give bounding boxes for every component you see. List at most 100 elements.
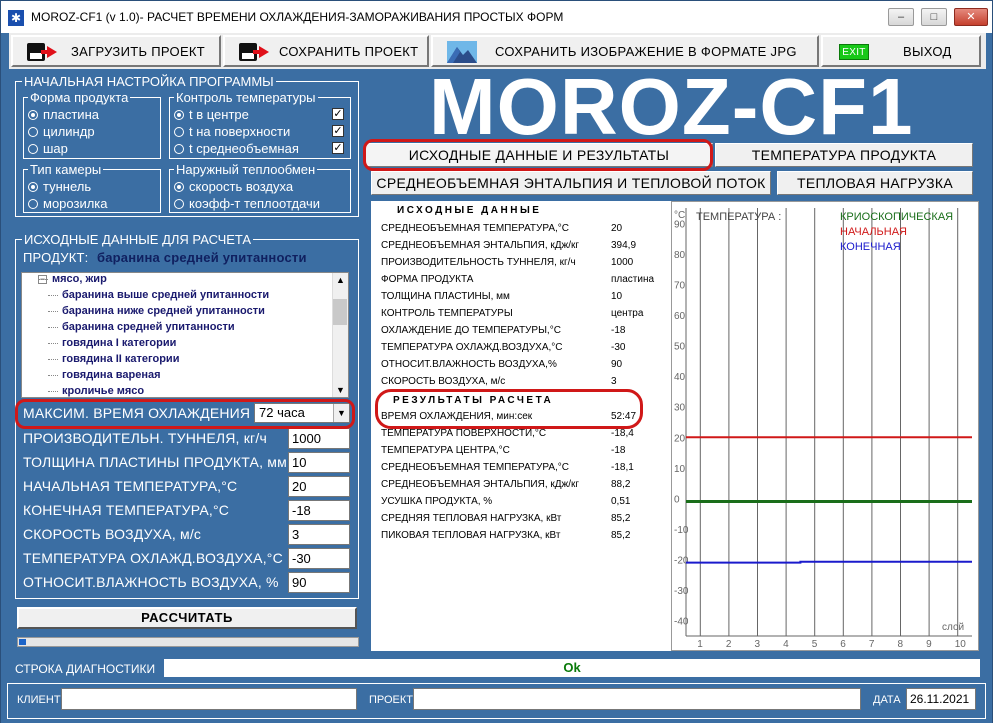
field-label: ТЕМПЕРАТУРА ОХЛАЖД.ВОЗДУХА,°С: [23, 550, 283, 566]
exit-label: ВЫХОД: [903, 44, 952, 59]
tree-item[interactable]: говядина II категории: [47, 353, 179, 365]
result-value: 1000: [611, 257, 634, 268]
result-label: ФОРМА ПРОДУКТА: [381, 274, 474, 285]
check-surface-checkbox[interactable]: ✓: [332, 125, 344, 137]
radio-icon: [174, 143, 184, 154]
radio-selected-icon: [174, 109, 184, 120]
image-icon: [447, 41, 477, 63]
scroll-up-icon[interactable]: ▲: [336, 275, 345, 285]
maximize-button[interactable]: □: [921, 8, 947, 26]
scroll-down-icon[interactable]: ▼: [336, 385, 345, 395]
client-input[interactable]: [61, 688, 357, 710]
date-field[interactable]: 26.11.2021: [906, 688, 976, 710]
close-button[interactable]: ✕: [954, 8, 988, 26]
y-tick-label: 70: [674, 280, 686, 291]
radio-icon: [174, 126, 184, 137]
result-value: 20: [611, 223, 623, 234]
result-label: СРЕДНЯЯ ТЕПЛОВАЯ НАГРУЗКА, кВт: [381, 513, 562, 524]
result-value: -18,4: [611, 428, 634, 439]
maxtime-select[interactable]: 72 часа ▼: [254, 403, 350, 423]
humidity-input[interactable]: 90: [288, 572, 350, 593]
calculate-button[interactable]: РАССЧИТАТЬ: [17, 607, 357, 629]
chart-title: ТЕМПЕРАТУРА :: [696, 211, 781, 223]
chamber-option-freezer[interactable]: морозилка: [28, 196, 108, 211]
result-value: 10: [611, 291, 623, 302]
tab-enthalpy-flow[interactable]: СРЕДНЕОБЪЕМНАЯ ЭНТАЛЬПИЯ И ТЕПЛОВОЙ ПОТО…: [371, 171, 771, 195]
field-label: ОТНОСИТ.ВЛАЖНОСТЬ ВОЗДУХА, %: [23, 574, 279, 590]
window-title: MOROZ-CF1 (v 1.0)- РАСЧЕТ ВРЕМЕНИ ОХЛАЖД…: [31, 10, 564, 24]
field-label: СКОРОСТЬ ВОЗДУХА, м/с: [23, 526, 202, 542]
tree-item[interactable]: баранина выше средней упитанности: [47, 289, 269, 301]
save-project-button[interactable]: СОХРАНИТЬ ПРОЕКТ: [223, 35, 429, 67]
result-value: 85,2: [611, 513, 631, 524]
check-average-checkbox[interactable]: ✓: [332, 142, 344, 154]
x-tick-label: 2: [726, 639, 732, 650]
tab-heat-load[interactable]: ТЕПЛОВАЯ НАГРУЗКА: [777, 171, 973, 195]
shape-option-cylinder[interactable]: цилиндр: [28, 124, 95, 139]
tab-product-temperature[interactable]: ТЕМПЕРАТУРА ПРОДУКТА: [715, 143, 973, 167]
radio-icon: [28, 126, 38, 137]
y-tick-label: -10: [674, 525, 689, 536]
radio-selected-icon: [28, 181, 38, 192]
tree-item[interactable]: баранина средней упитанности: [48, 321, 235, 333]
result-value: -30: [611, 342, 626, 353]
plate-thickness-input[interactable]: 10: [288, 452, 350, 473]
tree-group[interactable]: мясо, жир: [38, 273, 107, 285]
air-temp-input[interactable]: -30: [288, 548, 350, 569]
air-speed-input[interactable]: 3: [288, 524, 350, 545]
y-tick-label: 30: [674, 403, 686, 414]
product-tree[interactable]: − мясо, жир баранина выше средней упитан…: [21, 272, 349, 398]
shape-option-plate[interactable]: пластина: [28, 107, 99, 122]
result-value: 88,2: [611, 479, 631, 490]
result-label: ОТНОСИТ.ВЛАЖНОСТЬ ВОЗДУХА,%: [381, 359, 557, 370]
field-label: ТОЛЩИНА ПЛАСТИНЫ ПРОДУКТА, мм: [23, 454, 287, 470]
load-project-button[interactable]: ЗАГРУЗИТЬ ПРОЕКТ: [11, 35, 221, 67]
field-label: ПРОИЗВОДИТЕЛЬН. ТУННЕЛЯ, кг/ч: [23, 430, 267, 446]
shape-option-sphere[interactable]: шар: [28, 141, 68, 156]
result-label: СРЕДНЕОБЪЕМНАЯ ТЕМПЕРАТУРА,°С: [381, 223, 570, 234]
tree-item[interactable]: баранина ниже средней упитанности: [48, 305, 265, 317]
results-panel: ИСХОДНЫЕ ДАННЫЕ СРЕДНЕОБЪЕМНАЯ ТЕМПЕРАТУР…: [371, 201, 671, 651]
app-title: MOROZ-CF1: [429, 62, 914, 151]
temp-control-average[interactable]: t среднеобъемная: [174, 141, 299, 156]
exit-icon: EXIT: [839, 44, 869, 60]
final-temp-input[interactable]: -18: [288, 500, 350, 521]
initial-temp-input[interactable]: 20: [288, 476, 350, 497]
check-center-checkbox[interactable]: ✓: [332, 108, 344, 120]
radio-icon: [28, 143, 38, 154]
tab-input-results[interactable]: ИСХОДНЫЕ ДАННЫЕ И РЕЗУЛЬТАТЫ: [365, 143, 713, 167]
project-input[interactable]: [413, 688, 861, 710]
tree-item[interactable]: говядина вареная: [48, 369, 161, 381]
chevron-down-icon[interactable]: ▼: [333, 404, 349, 422]
chamber-option-tunnel[interactable]: туннель: [28, 179, 91, 194]
shape-group: Форма продукта пластина цилиндр шар: [23, 90, 161, 159]
x-tick-label: 1: [697, 639, 703, 650]
tree-item[interactable]: говядина I категории: [47, 337, 176, 349]
minimize-button[interactable]: –: [888, 8, 914, 26]
scroll-thumb[interactable]: [333, 299, 347, 325]
heat-exchange-group: Наружный теплообмен скорость воздуха коэ…: [169, 162, 351, 213]
result-value: 52:47: [611, 411, 637, 422]
load-disk-icon: [27, 43, 57, 61]
y-tick-label: 40: [674, 372, 686, 383]
tree-item[interactable]: кроличье мясо: [47, 385, 144, 397]
legend-entry: НАЧАЛЬНАЯ: [840, 226, 907, 238]
result-label: УСУШКА ПРОДУКТА, %: [381, 496, 493, 507]
y-tick-label: -20: [674, 556, 689, 567]
temp-control-group: Контроль температуры t в центре t на пов…: [169, 90, 351, 159]
heat-option-air-speed[interactable]: скорость воздуха: [174, 179, 293, 194]
heat-option-coefficient[interactable]: коэфф-т теплоотдачи: [174, 196, 320, 211]
result-label: ТЕМПЕРАТУРА ЦЕНТРА,°С: [381, 445, 510, 456]
product-label: ПРОДУКТ:: [23, 250, 89, 265]
temp-control-center[interactable]: t в центре: [174, 107, 249, 122]
tunnel-capacity-input[interactable]: 1000: [288, 428, 350, 449]
temp-control-surface[interactable]: t на поверхности: [174, 124, 290, 139]
load-project-label: ЗАГРУЗИТЬ ПРОЕКТ: [71, 44, 206, 59]
result-label: ПИКОВАЯ ТЕПЛОВАЯ НАГРУЗКА, кВт: [381, 530, 561, 541]
tree-scrollbar[interactable]: ▲ ▼: [332, 273, 348, 397]
chamber-group: Тип камеры туннель морозилка: [23, 162, 161, 213]
y-unit-label: °С: [674, 210, 685, 221]
result-value: -18,1: [611, 462, 634, 473]
save-disk-icon: [239, 43, 269, 61]
temp-control-title: Контроль температуры: [174, 90, 318, 105]
